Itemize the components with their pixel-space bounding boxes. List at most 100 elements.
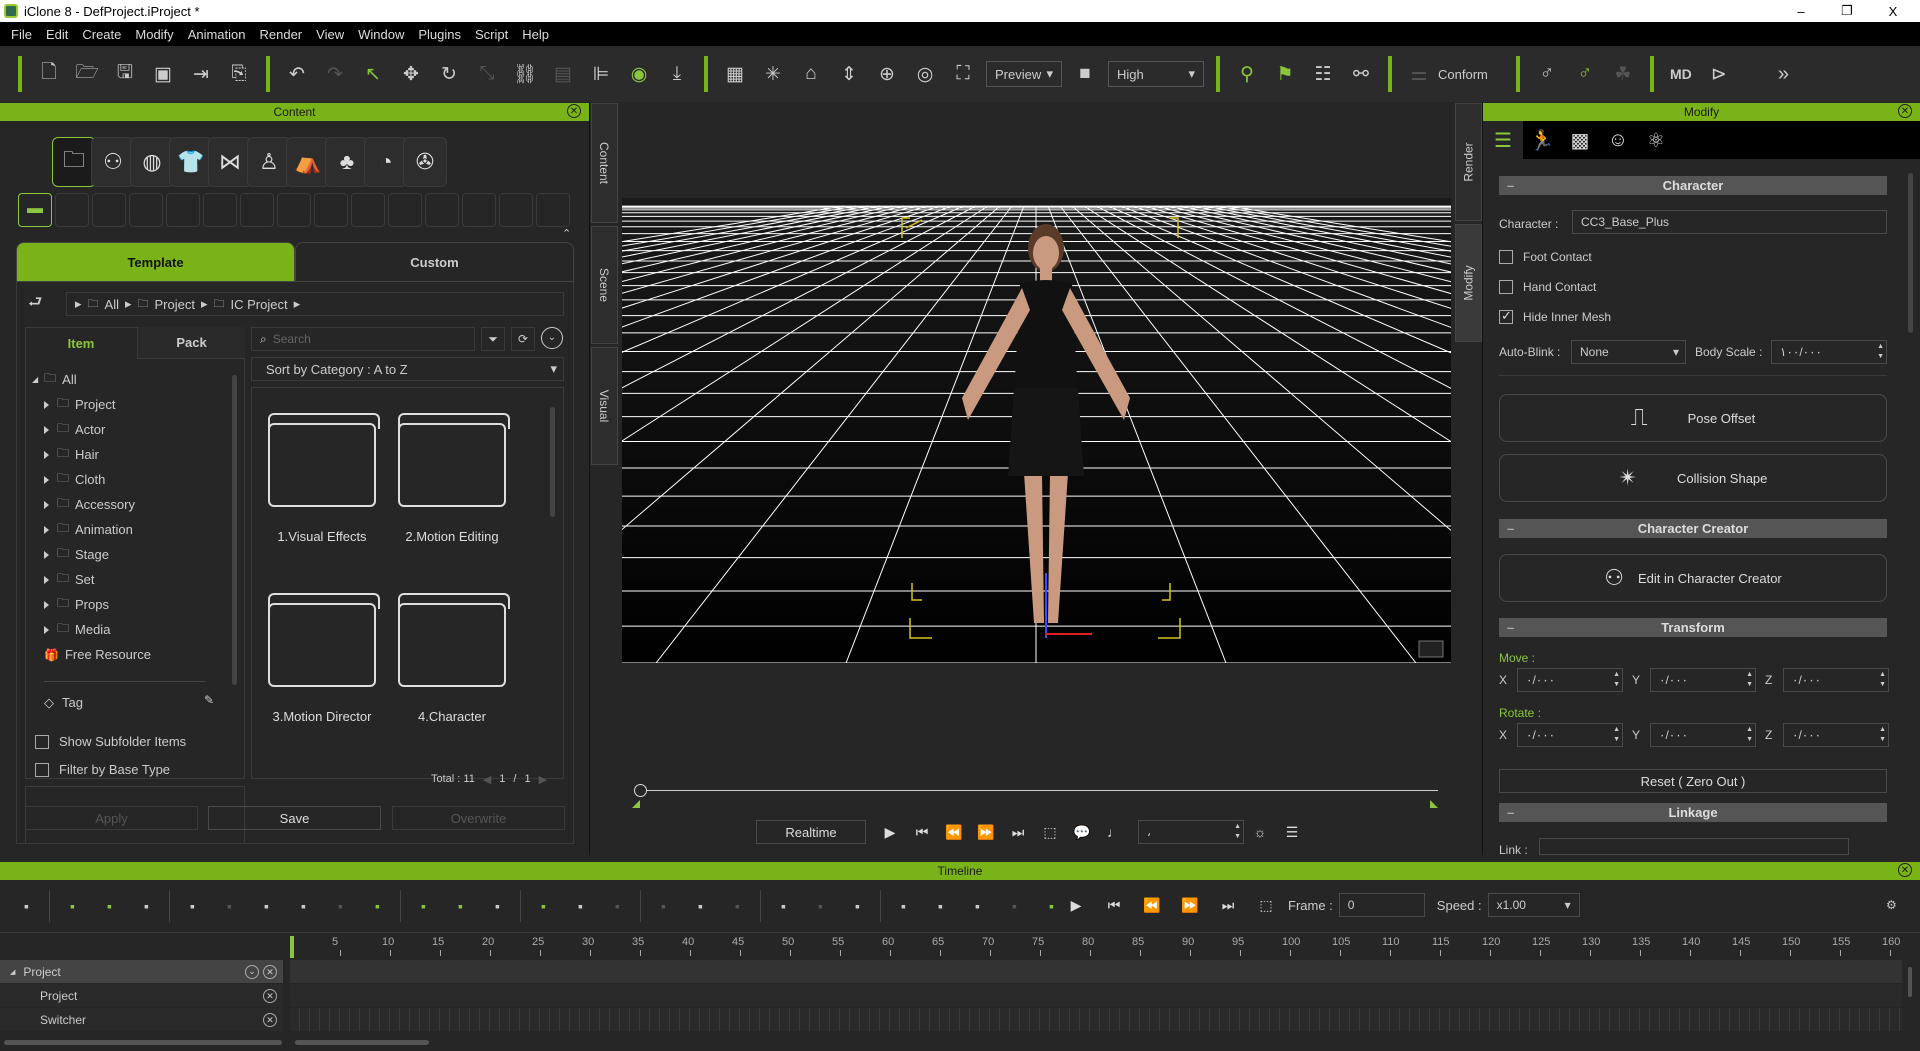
hide-inner-mesh-checkbox[interactable]: Hide Inner Mesh (1499, 308, 1611, 324)
scrubber-handle[interactable] (634, 784, 647, 797)
light-icon[interactable]: ✳ (754, 56, 792, 92)
folder-label[interactable]: 2.Motion Editing (387, 529, 517, 544)
category-cloth-icon[interactable]: 👕 (169, 137, 213, 187)
curve-icon[interactable]: ▪ (562, 888, 599, 924)
range-end-marker[interactable] (1430, 800, 1438, 808)
tree-item-media[interactable]: 🗀 Media (32, 617, 232, 642)
tree-item-props[interactable]: 🗀 Props (32, 592, 232, 617)
subcategory-slot[interactable] (240, 193, 274, 227)
move-icon[interactable]: ✥ (392, 56, 430, 92)
character-name-field[interactable]: CC3_Base_Plus (1572, 210, 1887, 234)
tab-custom[interactable]: Custom (295, 242, 574, 282)
remove-frame-icon[interactable]: ▪ (802, 888, 839, 924)
section-character[interactable]: Character (1499, 176, 1887, 195)
folder-label[interactable]: 3.Motion Director (257, 709, 387, 724)
subcategory-slot[interactable] (129, 193, 163, 227)
side-tab-scene[interactable]: Scene (591, 226, 618, 344)
rotate-y-spinner[interactable]: ٠/٠٠٠ (1650, 723, 1756, 747)
tree-item-all[interactable]: ◢ 🗀 All (32, 367, 232, 392)
export-usd-icon[interactable]: ⎘ (220, 56, 258, 92)
folder-icon[interactable] (398, 593, 510, 687)
category-media-film-icon[interactable]: ✇ (403, 137, 447, 187)
track-row[interactable]: ◢ Project ⌄ ✕ (0, 960, 283, 983)
flip-icon[interactable]: ▪ (645, 888, 682, 924)
music-icon[interactable]: ▪ (719, 888, 756, 924)
mirror-right-icon[interactable]: ▪ (959, 888, 996, 924)
overwrite-button[interactable]: Overwrite (392, 806, 565, 830)
move-x-spinner[interactable]: ٠/٠٠٠ (1517, 668, 1623, 692)
collision-shape-button[interactable]: ✴ Collision Shape (1499, 454, 1887, 502)
filter-base-type-checkbox[interactable]: Filter by Base Type (35, 762, 170, 777)
edit-pencil-icon[interactable]: ✎ (204, 693, 214, 707)
category-hair-icon[interactable]: ◍ (130, 137, 174, 187)
subcategory-slot[interactable] (314, 193, 348, 227)
play-icon[interactable]: ▶ (1060, 897, 1092, 914)
attach-icon[interactable]: ⊫ (582, 56, 620, 92)
tree-item-accessory[interactable]: 🗀 Accessory (32, 492, 232, 517)
scrubber-track[interactable] (640, 790, 1438, 791)
subcategory-slot[interactable] (277, 193, 311, 227)
category-props-icon[interactable]: ◔ (364, 137, 408, 187)
track-row[interactable]: Switcher ✕ (0, 1008, 283, 1031)
remove-track-icon[interactable]: ✕ (263, 988, 277, 1003)
camera-icon[interactable]: ■ (1066, 56, 1104, 92)
close-panel-button[interactable]: ✕ (1898, 863, 1912, 877)
stop-icon[interactable]: ⏮ (1098, 897, 1130, 914)
tree-scrollbar[interactable] (232, 375, 237, 685)
loop-icon[interactable]: ⬚ (1034, 824, 1066, 841)
pose-offset-button[interactable]: ⎍ Pose Offset (1499, 394, 1887, 442)
list-settings-icon[interactable]: ☷ (1304, 56, 1342, 92)
breadcrumb-item[interactable]: Project (155, 297, 195, 312)
menu-file[interactable]: File (4, 27, 39, 42)
tree-item-project[interactable]: 🗀 Project (32, 392, 232, 417)
scale-icon[interactable]: ⤡ (468, 56, 506, 92)
tab-pack[interactable]: Pack (137, 327, 245, 359)
rotate-z-spinner[interactable]: ٠/٠٠٠ (1783, 723, 1889, 747)
subcategory-slot[interactable] (388, 193, 422, 227)
reset-zero-out-button[interactable]: Reset ( Zero Out ) (1499, 769, 1887, 793)
tree-item-stage[interactable]: 🗀 Stage (32, 542, 232, 567)
redo-icon[interactable]: ↷ (316, 56, 354, 92)
motion-pose-icon[interactable]: ⚲ (1228, 56, 1266, 92)
folder-icon[interactable] (268, 593, 380, 687)
mirror-left-icon[interactable]: ▪ (922, 888, 959, 924)
attributes-sliders-icon[interactable]: ☰ (1483, 121, 1523, 159)
menu-window[interactable]: Window (351, 27, 411, 42)
insert-frame-icon[interactable]: ▪ (765, 888, 802, 924)
preview-dropdown[interactable]: Preview ▾ (986, 61, 1062, 87)
menu-animation[interactable]: Animation (181, 27, 253, 42)
range-start-marker[interactable] (632, 800, 640, 808)
breadcrumb-item[interactable]: IC Project (231, 297, 288, 312)
menu-help[interactable]: Help (515, 27, 556, 42)
realtime-button[interactable]: Realtime (756, 820, 866, 844)
pack-project-icon[interactable]: ▣ (144, 56, 182, 92)
subcategory-slot[interactable] (351, 193, 385, 227)
insert-icon[interactable]: ▪ (211, 888, 248, 924)
visibility-icon[interactable]: ▪ (128, 888, 165, 924)
expand-options-icon[interactable]: ⌄ (541, 327, 563, 349)
head-profile-icon[interactable]: ☺ (1599, 129, 1637, 152)
side-tab-visual[interactable]: Visual (591, 347, 618, 465)
brightness-icon[interactable]: ☼ (1244, 824, 1276, 840)
menu-edit[interactable]: Edit (39, 27, 75, 42)
subcategory-slot[interactable] (499, 193, 533, 227)
next-frame-icon[interactable]: ⏩ (1174, 897, 1206, 914)
section-linkage[interactable]: Linkage (1499, 803, 1887, 822)
shift-icon[interactable]: ▪ (248, 888, 285, 924)
subcategory-slot[interactable] (55, 193, 89, 227)
open-folder-icon[interactable]: 🗁 (68, 56, 106, 92)
physics-atom-icon[interactable]: ⚛ (1637, 128, 1675, 153)
rotate-x-spinner[interactable]: ٠/٠٠٠ (1517, 723, 1623, 747)
breadcrumb-item[interactable]: All (105, 297, 119, 312)
side-tab-render[interactable]: Render (1455, 103, 1482, 221)
visibility-eye-icon[interactable]: ◉ (620, 56, 658, 92)
next-frame-icon[interactable]: ⏩ (970, 824, 1002, 841)
undo-icon[interactable]: ↶ (278, 56, 316, 92)
menu-view[interactable]: View (309, 27, 351, 42)
music-note-icon[interactable]: ♩ (1098, 824, 1130, 840)
mask-icon[interactable]: ▪ (599, 888, 636, 924)
dropdown-circle-icon[interactable]: ⌄ (245, 964, 259, 979)
close-panel-button[interactable]: ✕ (567, 104, 581, 118)
remove-track-icon[interactable]: ✕ (263, 964, 277, 979)
section-character-creator[interactable]: Character Creator (1499, 519, 1887, 538)
